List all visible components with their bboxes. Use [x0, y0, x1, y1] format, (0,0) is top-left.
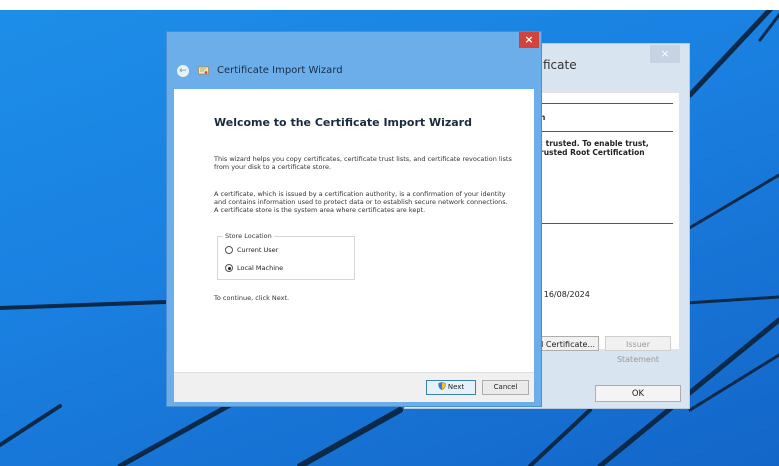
valid-to-date: › 16/08/2024: [538, 290, 590, 299]
wizard-title: Certificate Import Wizard: [217, 65, 343, 76]
local-machine-label[interactable]: Local Machine: [237, 264, 283, 273]
store-location-group: Store Location Current User Local Machin…: [217, 232, 355, 280]
wizard-footer: Next Cancel: [174, 372, 534, 402]
next-button-label: Next: [447, 383, 465, 391]
trust-warning-line2: rusted Root Certification: [540, 148, 645, 157]
certificate-icon: [198, 66, 209, 75]
divider: [530, 103, 673, 104]
trust-warning-line1: : trusted. To enable trust,: [540, 139, 649, 148]
certificate-dialog-title: ficate: [543, 58, 577, 72]
install-certificate-button[interactable]: ll Certificate...: [535, 336, 599, 351]
certificate-dialog-close-button[interactable]: ×: [650, 45, 680, 63]
local-machine-radio[interactable]: [225, 264, 233, 272]
divider: [530, 223, 673, 224]
uac-shield-icon: [438, 382, 446, 390]
next-button[interactable]: Next: [426, 380, 476, 395]
continue-instruction: To continue, click Next.: [214, 294, 290, 302]
cancel-button[interactable]: Cancel: [482, 380, 529, 395]
wizard-titlebar: ← Certificate Import Wizard: [177, 65, 477, 79]
back-arrow-icon[interactable]: ←: [177, 65, 189, 77]
page-title: Welcome to the Certificate Import Wizard: [214, 116, 472, 129]
divider: [530, 131, 673, 132]
wizard-content: Welcome to the Certificate Import Wizard…: [174, 89, 534, 372]
store-location-legend: Store Location: [223, 232, 274, 240]
close-button[interactable]: ×: [519, 32, 539, 48]
issuer-statement-button[interactable]: Issuer Statement: [605, 336, 671, 364]
current-user-radio[interactable]: [225, 246, 233, 254]
current-user-label[interactable]: Current User: [237, 246, 278, 255]
ok-button[interactable]: OK: [595, 385, 681, 402]
intro-text: This wizard helps you copy certificates,…: [214, 155, 512, 171]
description-text: A certificate, which is issued by a cert…: [214, 190, 508, 214]
certificate-import-wizard: × ← Certificate Import Wizard Welcome to…: [166, 31, 542, 407]
certificate-general-panel: n : trusted. To enable trust, rusted Roo…: [523, 92, 680, 350]
